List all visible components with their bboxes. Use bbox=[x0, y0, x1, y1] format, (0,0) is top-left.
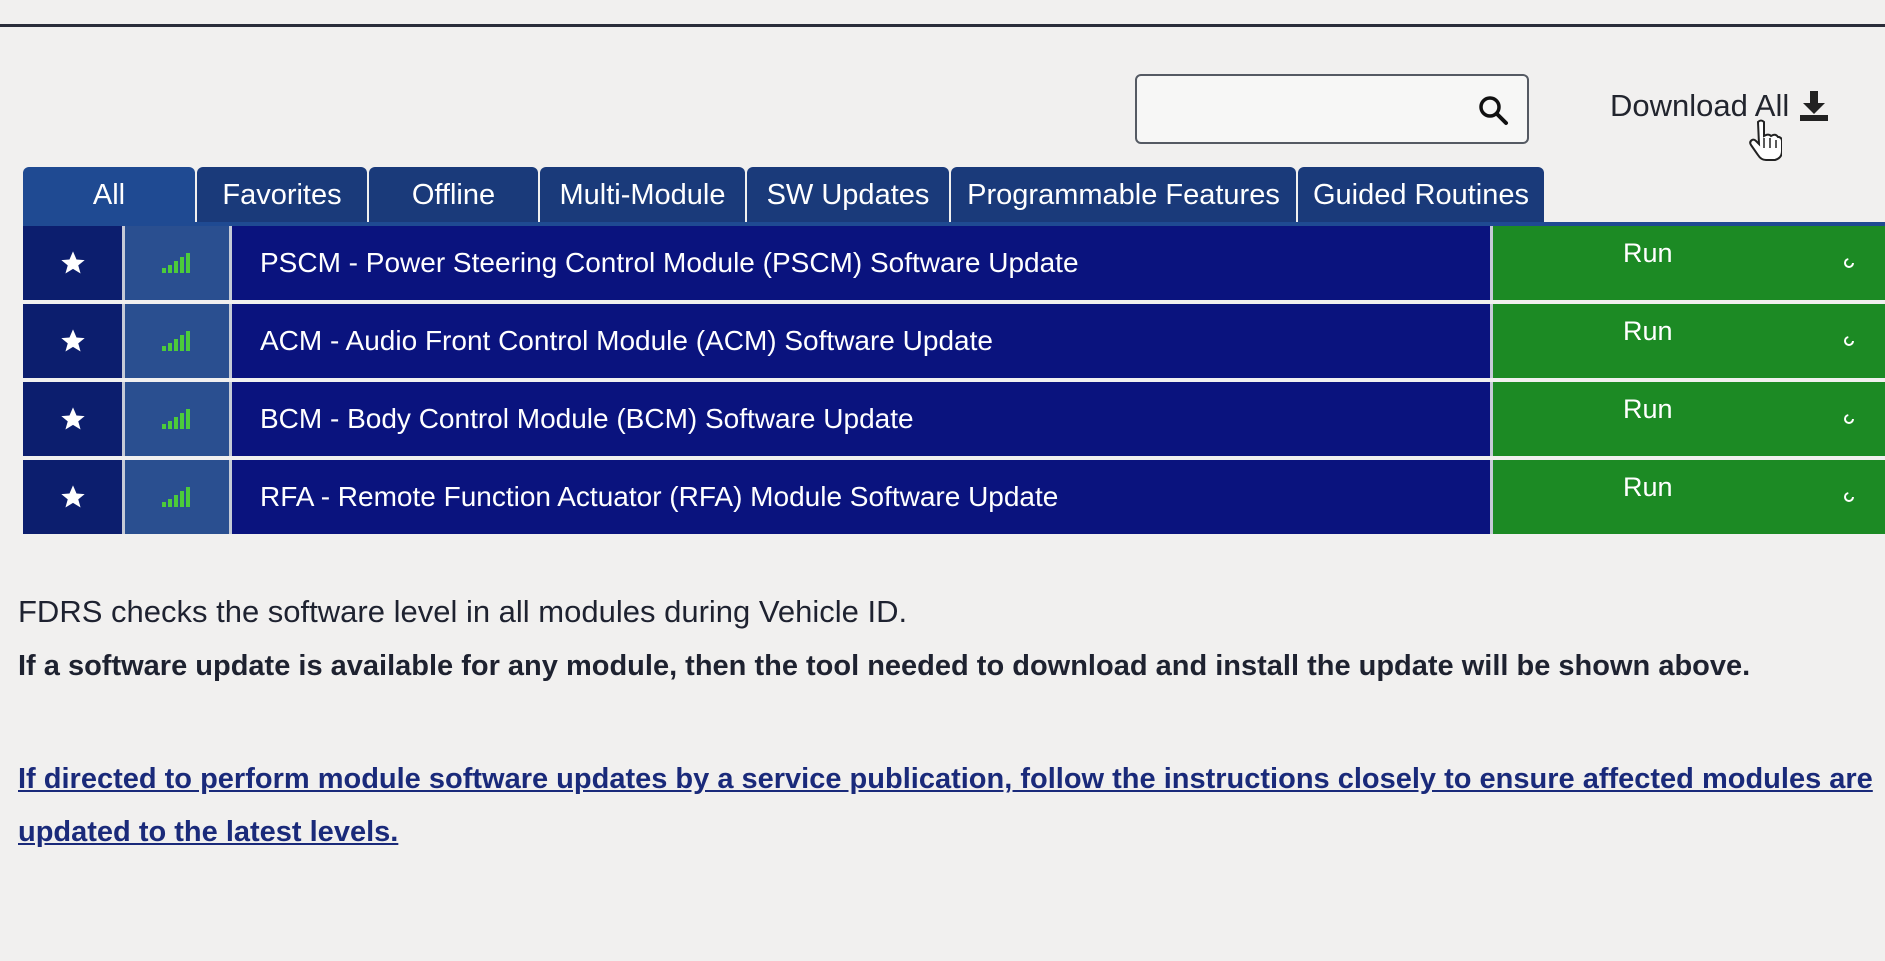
tab-sw-updates[interactable]: SW Updates bbox=[747, 167, 949, 223]
run-button[interactable]: Run bbox=[1493, 304, 1885, 378]
star-icon bbox=[60, 329, 85, 352]
tab-offline[interactable]: Offline bbox=[369, 167, 538, 223]
table-row: RFA - Remote Function Actuator (RFA) Mod… bbox=[23, 460, 1885, 534]
hand-cursor-icon bbox=[1749, 119, 1782, 161]
star-icon bbox=[60, 485, 85, 508]
run-label: Run bbox=[1623, 394, 1673, 424]
tab-multi-module[interactable]: Multi-Module bbox=[540, 167, 745, 223]
run-label: Run bbox=[1623, 238, 1673, 268]
connection-status bbox=[125, 382, 232, 456]
spinner-icon bbox=[1844, 414, 1854, 424]
connection-status bbox=[125, 304, 232, 378]
spinner-icon bbox=[1844, 336, 1854, 346]
signal-strength-icon bbox=[162, 409, 190, 429]
signal-strength-icon bbox=[162, 331, 190, 351]
run-button[interactable]: Run bbox=[1493, 226, 1885, 300]
run-label: Run bbox=[1623, 472, 1673, 502]
info-text-vehicle-id: FDRS checks the software level in all mo… bbox=[18, 594, 908, 629]
tab-all[interactable]: All bbox=[23, 167, 195, 223]
table-row: ACM - Audio Front Control Module (ACM) S… bbox=[23, 304, 1885, 378]
top-divider bbox=[0, 24, 1885, 27]
table-row: BCM - Body Control Module (BCM) Software… bbox=[23, 382, 1885, 456]
favorite-toggle[interactable] bbox=[23, 304, 125, 378]
run-label: Run bbox=[1623, 316, 1673, 346]
module-title[interactable]: BCM - Body Control Module (BCM) Software… bbox=[232, 382, 1493, 456]
signal-strength-icon bbox=[162, 487, 190, 507]
run-button[interactable]: Run bbox=[1493, 460, 1885, 534]
table-row: PSCM - Power Steering Control Module (PS… bbox=[23, 226, 1885, 300]
info-section: FDRS checks the software level in all mo… bbox=[18, 594, 1878, 859]
search-input[interactable] bbox=[1147, 84, 1471, 136]
star-icon bbox=[60, 407, 85, 430]
module-update-list: PSCM - Power Steering Control Module (PS… bbox=[23, 226, 1885, 538]
connection-status bbox=[125, 460, 232, 534]
favorite-toggle[interactable] bbox=[23, 382, 125, 456]
module-title[interactable]: PSCM - Power Steering Control Module (PS… bbox=[232, 226, 1493, 300]
favorite-toggle[interactable] bbox=[23, 226, 125, 300]
service-publication-link[interactable]: If directed to perform module software u… bbox=[18, 753, 1878, 859]
download-all-button[interactable]: Download All bbox=[1610, 88, 1831, 124]
favorite-toggle[interactable] bbox=[23, 460, 125, 534]
search-box[interactable] bbox=[1135, 74, 1529, 144]
run-button[interactable]: Run bbox=[1493, 382, 1885, 456]
search-icon[interactable] bbox=[1477, 94, 1509, 126]
spinner-icon bbox=[1844, 258, 1854, 268]
tab-favorites[interactable]: Favorites bbox=[197, 167, 367, 223]
module-title[interactable]: ACM - Audio Front Control Module (ACM) S… bbox=[232, 304, 1493, 378]
star-icon bbox=[60, 251, 85, 274]
signal-strength-icon bbox=[162, 253, 190, 273]
spinner-icon bbox=[1844, 492, 1854, 502]
download-icon bbox=[1800, 91, 1829, 121]
tab-guided-routines[interactable]: Guided Routines bbox=[1298, 167, 1544, 223]
tab-bar: All Favorites Offline Multi-Module SW Up… bbox=[23, 167, 1546, 223]
tab-programmable-features[interactable]: Programmable Features bbox=[951, 167, 1296, 223]
info-text-update-available: If a software update is available for an… bbox=[18, 650, 1751, 682]
module-title[interactable]: RFA - Remote Function Actuator (RFA) Mod… bbox=[232, 460, 1493, 534]
connection-status bbox=[125, 226, 232, 300]
